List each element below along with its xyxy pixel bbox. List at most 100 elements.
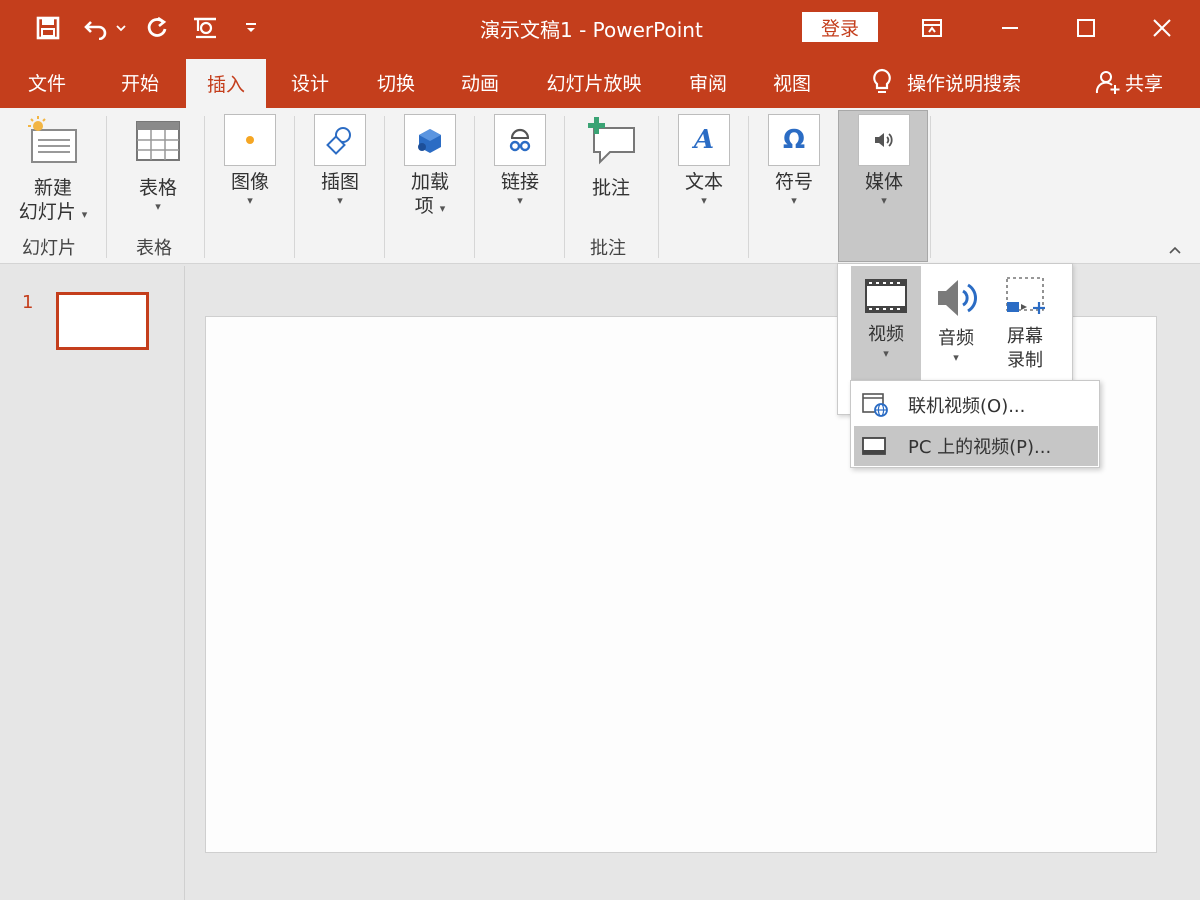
collapse-ribbon-button[interactable] bbox=[1168, 244, 1182, 258]
share-label: 共享 bbox=[1124, 72, 1163, 95]
maximize-button[interactable] bbox=[1064, 8, 1108, 48]
chevron-down-icon: ▾ bbox=[701, 194, 707, 207]
chevron-down-icon: ▾ bbox=[247, 194, 253, 207]
ribbon-display-options-button[interactable] bbox=[910, 8, 954, 48]
addins-label-2-row: 项 ▾ bbox=[400, 194, 460, 221]
pc-video-menu-item[interactable]: PC 上的视频(P)... bbox=[854, 426, 1098, 466]
ribbon-separator bbox=[658, 116, 659, 258]
chevron-down-icon: ▾ bbox=[439, 202, 446, 215]
video-button[interactable]: 视频 ▾ bbox=[851, 266, 921, 380]
undo-button[interactable] bbox=[80, 10, 130, 46]
illustrations-button[interactable]: 插图 ▾ bbox=[310, 114, 370, 208]
link-icon bbox=[509, 128, 531, 152]
screen-recording-label-2: 录制 bbox=[1007, 350, 1043, 371]
addins-icon-box bbox=[404, 114, 456, 166]
tab-view[interactable]: 视图 bbox=[756, 56, 828, 108]
presenter-icon bbox=[194, 17, 216, 39]
tab-animations[interactable]: 动画 bbox=[444, 56, 516, 108]
new-slide-label-1: 新建 bbox=[33, 177, 72, 199]
close-icon bbox=[1153, 19, 1171, 37]
screen-recording-icon bbox=[1006, 277, 1045, 314]
login-button[interactable]: 登录 bbox=[802, 12, 878, 42]
tab-home[interactable]: 开始 bbox=[104, 56, 176, 108]
tab-review[interactable]: 审阅 bbox=[672, 56, 744, 108]
chevron-down-icon: ▾ bbox=[791, 194, 797, 207]
screen-recording-button[interactable]: 屏幕 录制 bbox=[990, 266, 1060, 380]
online-video-menu-item[interactable]: 联机视频(O)... bbox=[854, 385, 1098, 425]
table-label: 表格 bbox=[138, 177, 177, 199]
new-slide-label-2: 幻灯片 bbox=[18, 201, 76, 223]
person-add-icon bbox=[1095, 71, 1120, 94]
links-button[interactable]: 链接 ▾ bbox=[490, 114, 550, 208]
text-icon-box: A bbox=[678, 114, 730, 166]
chevron-down-icon: ▾ bbox=[881, 194, 887, 207]
film-icon bbox=[865, 279, 907, 313]
links-label: 链接 bbox=[500, 171, 539, 193]
tab-slideshow[interactable]: 幻灯片放映 bbox=[532, 56, 656, 108]
chevron-down-icon: ▾ bbox=[517, 194, 523, 207]
group-label-comments: 批注 bbox=[590, 238, 626, 259]
media-button[interactable]: 媒体 ▾ bbox=[854, 114, 914, 208]
chevron-down-icon: ▾ bbox=[883, 347, 889, 360]
screen-recording-label-1: 屏幕 bbox=[1007, 326, 1043, 347]
title-bar: 演示文稿1 - PowerPoint 登录 bbox=[0, 0, 1200, 56]
new-slide-icon bbox=[28, 116, 77, 163]
text-button[interactable]: A 文本 ▾ bbox=[674, 114, 734, 208]
illustrations-icon-box bbox=[314, 114, 366, 166]
ribbon-separator bbox=[564, 116, 565, 258]
minimize-icon bbox=[1002, 27, 1018, 29]
illustrations-label: 插图 bbox=[320, 171, 359, 193]
image-icon-box bbox=[224, 114, 276, 166]
symbols-button[interactable]: Ω 符号 ▾ bbox=[764, 114, 824, 208]
group-label-tables: 表格 bbox=[136, 238, 172, 259]
chevron-up-icon bbox=[1169, 246, 1181, 254]
symbols-icon-box: Ω bbox=[768, 114, 820, 166]
symbols-label: 符号 bbox=[774, 171, 813, 193]
save-button[interactable] bbox=[30, 10, 66, 46]
presenter-button[interactable] bbox=[188, 10, 222, 46]
tab-file[interactable]: 文件 bbox=[14, 56, 80, 108]
table-button[interactable]: 表格 ▾ bbox=[118, 114, 198, 214]
addins-button[interactable]: 加载 项 ▾ bbox=[400, 114, 460, 221]
slide-thumbnail[interactable] bbox=[56, 292, 149, 350]
media-icon-box bbox=[858, 114, 910, 166]
redo-button[interactable] bbox=[140, 10, 174, 46]
panel-divider[interactable] bbox=[184, 266, 185, 900]
comment-button[interactable]: 批注 bbox=[578, 114, 644, 200]
ribbon-tabs: 文件 开始 插入 设计 切换 动画 幻灯片放映 审阅 视图 操作说明搜索 共享 bbox=[0, 56, 1200, 108]
maximize-icon bbox=[1077, 19, 1095, 37]
addins-label-1: 加载 bbox=[410, 171, 449, 193]
tell-me-search[interactable]: 操作说明搜索 bbox=[856, 56, 1036, 108]
new-slide-button[interactable]: 新建 幻灯片 ▾ bbox=[12, 114, 94, 227]
lightbulb-icon bbox=[873, 68, 891, 93]
video-submenu: 联机视频(O)... PC 上的视频(P)... bbox=[850, 380, 1100, 468]
slide-number: 1 bbox=[22, 292, 34, 313]
tab-transitions[interactable]: 切换 bbox=[360, 56, 432, 108]
ribbon-separator bbox=[474, 116, 475, 258]
comment-label: 批注 bbox=[591, 177, 630, 199]
ribbon-separator bbox=[294, 116, 295, 258]
tell-me-label: 操作说明搜索 bbox=[906, 72, 1021, 95]
share-button[interactable]: 共享 bbox=[1084, 56, 1174, 108]
images-button[interactable]: 图像 ▾ bbox=[220, 114, 280, 208]
undo-icon bbox=[84, 21, 126, 40]
tab-design[interactable]: 设计 bbox=[274, 56, 346, 108]
close-button[interactable] bbox=[1140, 8, 1184, 48]
images-label: 图像 bbox=[230, 171, 269, 193]
comment-icon bbox=[588, 117, 635, 165]
ribbon-separator bbox=[384, 116, 385, 258]
minimize-button[interactable] bbox=[988, 8, 1032, 48]
chevron-down-icon: ▾ bbox=[337, 194, 343, 207]
ribbon-separator bbox=[748, 116, 749, 258]
window-title: 演示文稿1 - PowerPoint bbox=[480, 18, 703, 42]
audio-button[interactable]: 音频 ▾ bbox=[922, 266, 990, 380]
online-video-label: 联机视频(O)... bbox=[908, 396, 1026, 417]
redo-icon bbox=[147, 16, 167, 37]
table-icon bbox=[136, 121, 180, 161]
ribbon-separator bbox=[930, 116, 931, 258]
pc-video-label: PC 上的视频(P)... bbox=[908, 437, 1052, 458]
customize-qat-button[interactable] bbox=[238, 10, 264, 46]
speaker-icon bbox=[875, 133, 893, 147]
media-label: 媒体 bbox=[864, 171, 903, 193]
tab-insert[interactable]: 插入 bbox=[186, 59, 266, 108]
